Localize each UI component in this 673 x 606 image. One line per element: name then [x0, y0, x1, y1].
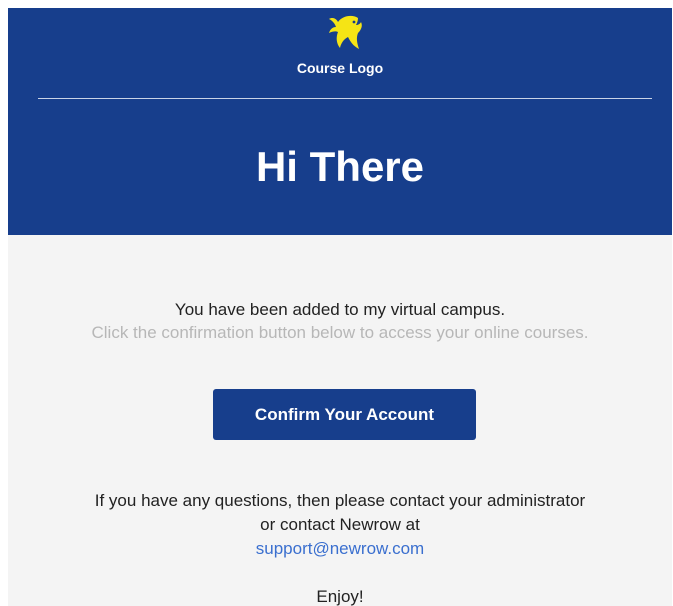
greeting-title: Hi There	[255, 143, 425, 190]
confirm-account-button[interactable]: Confirm Your Account	[213, 389, 476, 440]
email-frame: Course Logo Hi There You have been added…	[8, 8, 672, 606]
added-message: You have been added to my virtual campus…	[174, 300, 506, 319]
header-divider	[38, 98, 652, 99]
email-header: Course Logo Hi There	[8, 8, 672, 235]
course-logo-label: Course Logo	[296, 60, 384, 76]
help-text-line-1: If you have any questions, then please c…	[94, 491, 586, 510]
closing-text: Enjoy!	[316, 587, 364, 606]
support-email-link[interactable]: support@newrow.com	[256, 539, 424, 558]
support-email-row: support@newrow.com	[8, 539, 672, 559]
bird-logo-icon	[329, 15, 362, 49]
help-text-line-2: or contact Newrow at	[260, 515, 420, 534]
instruction-message: Click the confirmation button below to a…	[91, 323, 589, 342]
